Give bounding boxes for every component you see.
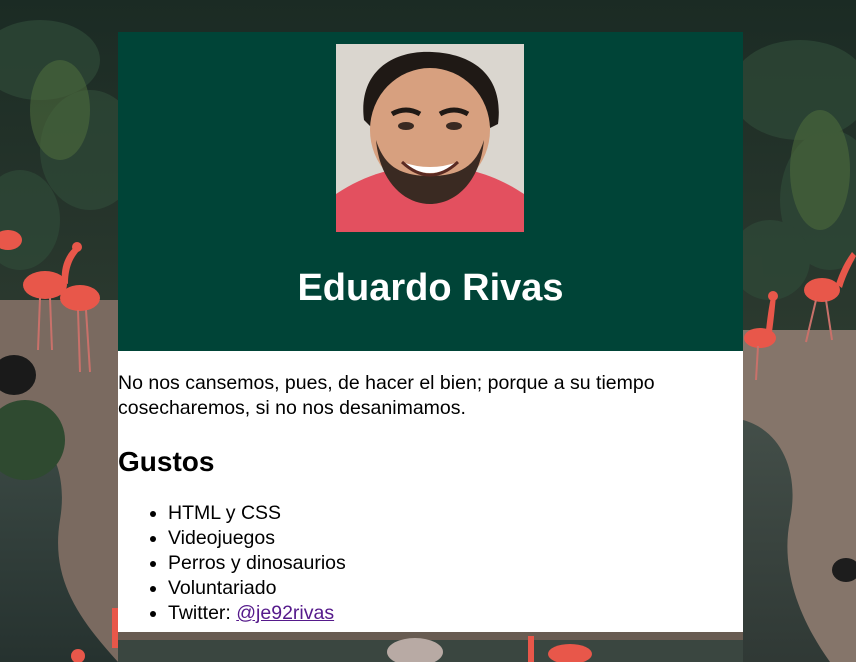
list-item-twitter: Twitter: @je92rivas: [168, 601, 743, 626]
twitter-link[interactable]: @je92rivas: [236, 602, 334, 624]
profile-card: Eduardo Rivas No nos cansemos, pues, de …: [118, 32, 743, 632]
profile-name: Eduardo Rivas: [297, 267, 564, 309]
profile-quote: No nos cansemos, pues, de hacer el bien;…: [118, 372, 655, 419]
list-item: Voluntariado: [168, 576, 743, 601]
person-photo-icon: [336, 44, 524, 232]
list-item: HTML y CSS: [168, 501, 743, 526]
likes-heading: Gustos: [118, 446, 215, 477]
list-item: Videojuegos: [168, 526, 743, 551]
list-item: Perros y dinosaurios: [168, 551, 743, 576]
profile-photo: [336, 44, 524, 232]
twitter-label: Twitter:: [168, 602, 237, 624]
profile-header: Eduardo Rivas: [118, 32, 743, 351]
likes-list: HTML y CSS Videojuegos Perros y dinosaur…: [118, 501, 743, 626]
